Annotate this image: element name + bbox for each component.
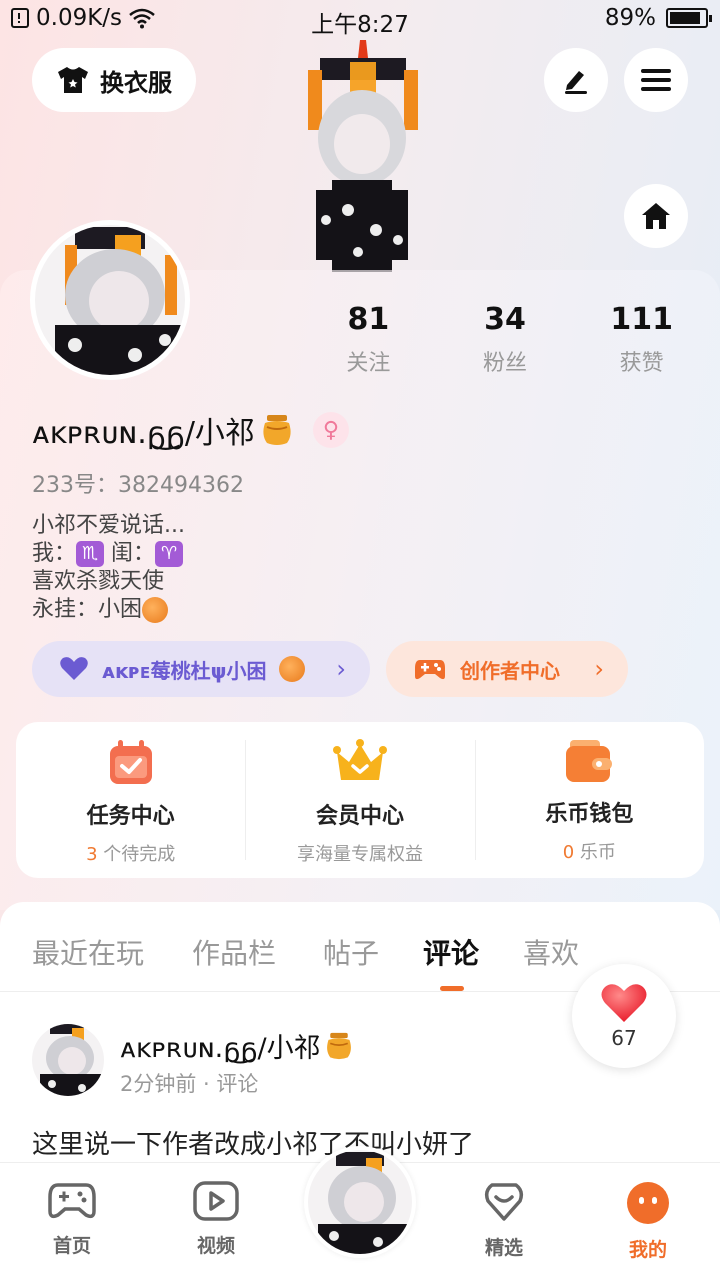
heart-icon [60,657,88,680]
tab-works[interactable]: 作品栏 [192,932,276,972]
vip-center[interactable]: 会员中心 享海量专属权益 [245,722,474,878]
nav-label: 精选 [484,1237,523,1259]
post-author-avatar[interactable] [32,1024,104,1096]
home-button[interactable] [624,184,688,248]
service-subtitle: 0 乐币 [563,838,616,864]
stat-fans[interactable]: 34 粉丝 [437,302,574,377]
nav-me[interactable]: 我的 [603,1181,693,1262]
service-subtitle-text: 享海量专属权益 [296,844,423,865]
bio-line: 永挂：小困 [32,596,185,624]
stat-label: 获赞 [619,351,664,376]
heart-chat-icon [484,1183,524,1221]
nav-label: 视频 [196,1235,235,1257]
stat-label: 粉丝 [483,351,528,376]
gamepad-icon [48,1183,96,1219]
coin-balance: 0 [562,842,575,863]
tab-likes[interactable]: 喜欢 [523,932,579,972]
nav-featured[interactable]: 精选 [459,1181,549,1260]
play-icon [193,1181,239,1221]
battery-level [670,12,701,24]
bio-line: 喜欢杀戮天使 [32,569,165,594]
female-icon: ♀ [312,412,349,448]
creator-center-label: 创作者中心 [460,658,560,683]
pumpkin-icon [142,597,169,623]
face-icon [627,1182,669,1224]
nav-home[interactable]: 首页 [27,1181,117,1258]
stat-label: 关注 [346,351,391,376]
service-title: 会员中心 [315,804,404,829]
bio-text: 永挂：小困 [32,597,143,622]
like-count: 67 [611,1026,637,1050]
pen-icon [565,71,587,94]
service-subtitle-text: 乐币 [574,842,616,863]
profile-avatar[interactable] [30,220,190,380]
service-subtitle: 3 个待完成 [86,840,175,866]
pumpkin-icon [278,656,305,682]
battery-icon [666,8,712,28]
service-title: 乐币钱包 [545,802,634,827]
bio: 小祁不爱说话... 我： ♏ 闺： ♈ 喜欢杀戮天使 永挂：小困 [32,512,185,624]
status-bar: 0.09K/s 上午8:27 89% [0,0,720,38]
tab-comments[interactable]: 评论 [423,932,479,972]
post-author[interactable]: ᴀᴋᴘʀᴜɴ.ᵷ͜ᵷ/小祁 [120,1026,353,1065]
stat-number: 81 [347,302,390,337]
shirt-icon [58,67,88,93]
nav-label: 我的 [628,1239,667,1261]
service-subtitle: 享海量专属权益 [297,840,423,866]
honeypot-icon [261,413,293,447]
honeypot-icon [326,1032,351,1059]
wallet-icon [566,740,613,782]
stat-likes[interactable]: 111 获赞 [573,302,710,377]
chevron-right-icon: › [336,655,346,683]
active-tab-indicator [440,986,464,991]
calendar-check-icon [109,740,152,784]
clock: 上午8:27 [311,12,409,38]
coin-wallet[interactable]: 乐币钱包 0 乐币 [474,722,704,878]
post-text[interactable]: 这里说一下作者改成小祁了不叫小妍了 [32,1124,474,1161]
creator-center-chip[interactable]: 创作者中心 › [386,641,628,697]
stats-row: 81 关注 34 粉丝 111 获赞 [300,302,710,377]
post-meta: 2分钟前 · 评论 [120,1072,259,1096]
bio-text: 我： [32,541,77,566]
bio-line: 我： ♏ 闺： ♈ [32,540,185,568]
nav-center-avatar[interactable] [304,1146,416,1258]
task-center[interactable]: 任务中心 3 个待完成 [16,722,245,878]
username-text: ᴀᴋᴘʀᴜɴ.ᵷ͜ᵷ/小祁 [32,416,255,451]
edit-profile-button[interactable] [544,48,608,112]
tab-posts[interactable]: 帖子 [323,932,379,972]
post-author-name: ᴀᴋᴘʀᴜɴ.ᵷ͜ᵷ/小祁 [120,1033,321,1064]
change-outfit-label: 换衣服 [100,68,172,97]
home-icon [642,203,670,229]
tab-recently-played[interactable]: 最近在玩 [32,932,144,972]
service-title: 任务中心 [86,804,175,829]
chevron-right-icon: › [594,655,604,683]
services-panel: 任务中心 3 个待完成 会员中心 享海量专属权益 乐币钱包 0 乐币 [16,722,704,878]
username: ᴀᴋᴘʀᴜɴ.ᵷ͜ᵷ/小祁 ♀ [32,408,349,452]
service-subtitle-text: 个待完成 [97,844,176,865]
menu-button[interactable] [624,48,688,112]
fan-group-label: ᴀᴋᴘᴇ莓桃杜ψ小困 [102,658,267,683]
menu-icon [641,69,671,91]
fan-group-chip[interactable]: ᴀᴋᴘᴇ莓桃杜ψ小困 › [32,641,370,697]
scorpio-icon: ♏ [76,541,105,567]
heart-icon [601,984,647,1022]
battery-percent: 89% [604,5,656,31]
gamepad-icon [415,660,445,680]
nav-video[interactable]: 视频 [171,1181,261,1258]
like-button[interactable]: 67 [572,964,676,1068]
user-id: 233号：382494362 [32,473,244,498]
stat-following[interactable]: 81 关注 [300,302,437,377]
stat-number: 111 [610,302,673,337]
stat-number: 34 [484,302,526,337]
change-outfit-button[interactable]: 换衣服 [32,48,196,112]
bio-line: 小祁不爱说话... [32,513,185,538]
bio-text: 闺： [111,541,156,566]
aries-icon: ♈ [155,541,184,567]
character-avatar-figure[interactable] [298,40,426,272]
nav-label: 首页 [52,1235,91,1257]
crown-icon [332,739,387,780]
pending-count: 3 [86,844,98,865]
